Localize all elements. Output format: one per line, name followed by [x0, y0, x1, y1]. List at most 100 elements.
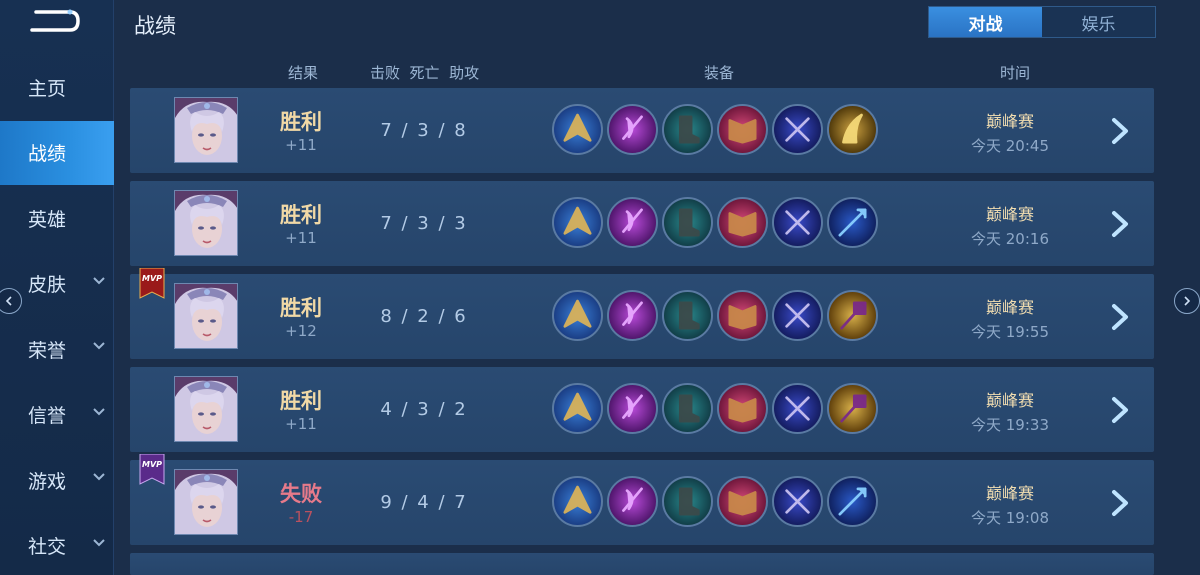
- match-time: 今天 20:16: [971, 230, 1049, 248]
- item-tome-icon: [717, 383, 768, 434]
- equipment-list: [552, 476, 878, 527]
- item-purple-scythe-icon: [607, 104, 658, 155]
- match-result: 失败: [280, 482, 322, 506]
- item-golden-blade-icon: [552, 290, 603, 341]
- scroll-right-icon[interactable]: [1174, 288, 1200, 314]
- rank-points: +11: [285, 229, 317, 247]
- sidebar-item-game[interactable]: 游戏: [0, 448, 114, 512]
- equipment-list: [552, 290, 878, 341]
- rank-points: +11: [285, 415, 317, 433]
- mvp-badge-icon: MVP: [138, 453, 166, 486]
- kda-value: 7 / 3 / 3: [380, 213, 468, 234]
- match-result: 胜利: [280, 296, 322, 320]
- match-time: 今天 19:33: [971, 416, 1049, 434]
- hero-avatar[interactable]: [174, 376, 238, 442]
- rank-points: +11: [285, 136, 317, 154]
- sidebar-item-social[interactable]: 社交: [0, 514, 114, 575]
- rank-points: +12: [285, 322, 317, 340]
- equipment-list: [552, 197, 878, 248]
- hero-avatar[interactable]: [174, 190, 238, 256]
- match-row[interactable]: [130, 553, 1154, 575]
- item-purple-scythe-icon: [607, 476, 658, 527]
- chevron-down-icon: [93, 407, 105, 415]
- sidebar-item-label: 社交: [28, 536, 67, 558]
- sidebar-item-label: 英雄: [28, 208, 67, 231]
- chevron-right-icon[interactable]: [1108, 302, 1132, 332]
- rank-points: -17: [288, 508, 314, 526]
- item-golden-blade-icon: [552, 476, 603, 527]
- kda-value: 7 / 3 / 8: [380, 120, 468, 141]
- item-golden-blade-icon: [552, 197, 603, 248]
- chevron-down-icon: [93, 276, 105, 284]
- equipment-list: [552, 383, 878, 434]
- match-result: 胜利: [280, 389, 322, 413]
- equipment-list: [552, 104, 878, 155]
- sidebar-item-label: 游戏: [28, 470, 67, 493]
- item-tome-icon: [717, 104, 768, 155]
- page-title: 战绩: [134, 14, 176, 38]
- item-cross-staff-icon: [772, 383, 823, 434]
- sidebar-item-home[interactable]: 主页: [0, 55, 114, 119]
- item-tome-icon: [717, 197, 768, 248]
- tab-entertainment[interactable]: 娱乐: [1042, 7, 1155, 37]
- sidebar-item-label: 战绩: [28, 143, 67, 165]
- hero-avatar[interactable]: [174, 283, 238, 349]
- match-time: 今天 19:55: [971, 323, 1049, 341]
- item-ice-spear-icon: [827, 476, 878, 527]
- sidebar-item-honor[interactable]: 荣誉: [0, 317, 114, 381]
- column-header-result: 结果: [288, 64, 319, 82]
- item-tome-icon: [717, 476, 768, 527]
- match-result: 胜利: [280, 203, 322, 227]
- match-time: 今天 20:45: [971, 137, 1049, 155]
- item-boots-icon: [662, 383, 713, 434]
- chevron-right-icon[interactable]: [1108, 395, 1132, 425]
- match-result: 胜利: [280, 110, 322, 134]
- item-boots-icon: [662, 290, 713, 341]
- item-golden-claw-icon: [827, 104, 878, 155]
- hero-avatar[interactable]: [174, 469, 238, 535]
- item-purple-scythe-icon: [607, 383, 658, 434]
- match-mode: 巅峰赛: [985, 205, 1034, 224]
- item-cross-staff-icon: [772, 290, 823, 341]
- match-time: 今天 19:08: [971, 509, 1049, 527]
- sidebar: 主页战绩英雄皮肤荣誉信誉游戏社交: [0, 0, 114, 575]
- column-header-kda: 击败 死亡 助攻: [370, 64, 480, 82]
- item-boots-icon: [662, 104, 713, 155]
- item-ice-spear-icon: [827, 197, 878, 248]
- back-icon[interactable]: [28, 8, 82, 34]
- kda-value: 4 / 3 / 2: [380, 399, 468, 420]
- item-purple-scythe-icon: [607, 197, 658, 248]
- column-header-time: 时间: [1000, 64, 1031, 82]
- kda-value: 8 / 2 / 6: [380, 306, 468, 327]
- item-boots-icon: [662, 197, 713, 248]
- sidebar-item-records[interactable]: 战绩: [0, 120, 114, 185]
- match-row[interactable]: MVP 胜利 +12 8 / 2 / 6 巅峰赛今天 19:55: [130, 267, 1154, 359]
- item-golden-blade-icon: [552, 104, 603, 155]
- sidebar-item-label: 皮肤: [28, 274, 67, 296]
- item-cross-staff-icon: [772, 197, 823, 248]
- chevron-right-icon[interactable]: [1108, 209, 1132, 239]
- match-mode: 巅峰赛: [985, 298, 1034, 317]
- match-mode: 巅峰赛: [985, 391, 1034, 410]
- chevron-down-icon: [93, 342, 105, 350]
- sidebar-item-label: 荣誉: [28, 339, 67, 362]
- item-cross-staff-icon: [772, 476, 823, 527]
- sidebar-item-label: 信誉: [28, 405, 67, 427]
- match-mode: 巅峰赛: [985, 484, 1034, 503]
- match-row[interactable]: MVP 失败 -17 9 / 4 / 7 巅峰赛 今天 19:08: [130, 453, 1154, 545]
- sidebar-item-label: 主页: [28, 77, 67, 100]
- item-golden-blade-icon: [552, 383, 603, 434]
- match-mode: 巅峰赛: [985, 112, 1034, 131]
- hero-avatar[interactable]: [174, 97, 238, 163]
- item-tome-icon: [717, 290, 768, 341]
- chevron-right-icon[interactable]: [1108, 116, 1132, 146]
- match-row[interactable]: 胜利 +11 7 / 3 / 8 巅峰赛今天 20:45: [130, 88, 1154, 173]
- match-row[interactable]: 胜利 +11 7 / 3 / 3 巅峰赛今天 20:16: [130, 181, 1154, 266]
- match-row[interactable]: 胜利 +11 4 / 3 / 2 巅峰赛今天 19:33: [130, 367, 1154, 452]
- sidebar-item-heroes[interactable]: 英雄: [0, 186, 114, 250]
- svg-text:MVP: MVP: [142, 460, 162, 469]
- sidebar-item-credit[interactable]: 信誉: [0, 383, 114, 447]
- chevron-right-icon[interactable]: [1108, 488, 1132, 518]
- svg-text:MVP: MVP: [142, 274, 162, 283]
- tab-battle[interactable]: 对战: [929, 7, 1042, 37]
